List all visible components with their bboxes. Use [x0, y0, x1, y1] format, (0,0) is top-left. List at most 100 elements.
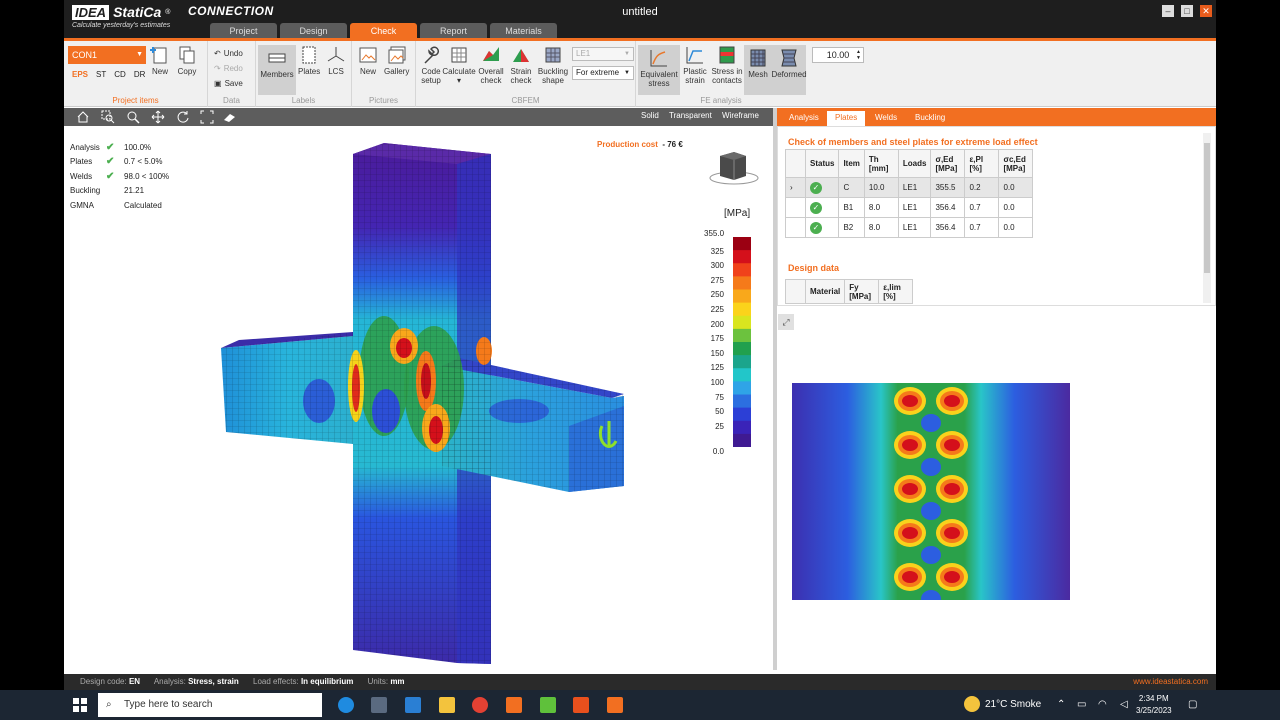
eraser-icon[interactable] [223, 110, 237, 124]
tab-plates[interactable]: Plates [827, 111, 866, 126]
save-button[interactable]: ▣ Save [214, 79, 243, 88]
sub-tab-st[interactable]: ST [96, 70, 106, 79]
close-button[interactable]: ✕ [1200, 5, 1212, 17]
strain-check-icon [513, 49, 529, 62]
weather-icon[interactable] [964, 696, 980, 712]
zoom-extents-icon[interactable] [200, 110, 214, 124]
tray-chevron-icon[interactable]: ⌃ [1057, 699, 1065, 710]
3d-viewport[interactable]: Analysis ✔ 100.0% Plates ✔ 0.7 < 5.0% Welds ✔… [64, 126, 773, 670]
overall-check-button[interactable]: Overall check [476, 45, 506, 85]
tab-design[interactable]: Design [280, 23, 347, 39]
tab-project[interactable]: Project [210, 23, 277, 39]
column-header[interactable]: σc,Ed [MPa] [998, 149, 1034, 178]
column-header[interactable]: σ,Ed [MPa] [930, 149, 966, 178]
plastic-strain-toggle[interactable]: Plastic strain [682, 45, 708, 85]
notification-icon[interactable]: ▢ [1188, 699, 1197, 710]
store-icon[interactable] [371, 697, 387, 713]
tab-check[interactable]: Check [350, 23, 417, 39]
design-code-label: Design code: [80, 677, 127, 686]
strain-check-button[interactable]: Strain check [508, 45, 534, 85]
column-header[interactable]: Loads [897, 149, 932, 178]
code-setup-button[interactable]: Code setup [418, 45, 444, 85]
column-header[interactable]: Item [838, 149, 865, 178]
idea-connection-icon[interactable] [607, 697, 623, 713]
buckling-shape-button[interactable]: Buckling shape [536, 45, 570, 85]
tab-report[interactable]: Report [420, 23, 487, 39]
column-header[interactable]: Status [804, 149, 840, 178]
stress-model-3d[interactable] [64, 126, 773, 670]
minimize-button[interactable]: – [1162, 5, 1174, 17]
expand-icon[interactable]: ⤢ [778, 314, 794, 330]
calculate-button[interactable]: Calculate ▾ [442, 45, 476, 85]
column-header[interactable]: Material [804, 279, 846, 304]
sub-tab-eps[interactable]: EPS [72, 70, 88, 79]
zoom-window-icon[interactable] [101, 110, 115, 124]
volume-icon[interactable]: ◁ [1120, 699, 1128, 710]
plate-stress-contour[interactable] [792, 383, 1070, 600]
network-icon[interactable]: ▭ [1077, 699, 1086, 710]
table-row[interactable]: › ✓ C 10.0 LE1 355.5 0.2 0.0 [785, 177, 1034, 198]
load-case-select[interactable]: LE1 ▼ [572, 47, 634, 61]
redo-button[interactable]: ↷ Redo [214, 64, 243, 73]
stress-contacts-toggle[interactable]: Stress in contacts [710, 45, 744, 85]
extreme-select[interactable]: For extreme ▼ [572, 66, 634, 80]
file-explorer-icon[interactable] [439, 697, 455, 713]
undo-button[interactable]: ↶ Undo [214, 49, 243, 58]
legend-tick: 150 [710, 348, 724, 358]
gallery-button[interactable]: Gallery [384, 45, 409, 76]
table-header-row: Material Fy [MPa] ε,lim [%] [785, 279, 914, 304]
chrome-icon[interactable] [472, 697, 488, 713]
row-expand-icon[interactable]: › [785, 177, 806, 198]
tab-analysis[interactable]: Analysis [781, 111, 827, 126]
tab-buckling[interactable]: Buckling [907, 111, 953, 126]
column-header[interactable]: ε,lim [%] [878, 279, 914, 304]
mesh-toggle[interactable]: Mesh [744, 45, 772, 95]
deformed-toggle[interactable]: Deformed [771, 45, 807, 95]
connection-select[interactable]: CON1 ▼ [68, 46, 146, 64]
website-link[interactable]: www.ideastatica.com [1133, 674, 1208, 690]
spinner-arrows-icon[interactable]: ▲ ▼ [856, 49, 861, 61]
weather-text[interactable]: 21°C Smoke [985, 699, 1041, 710]
table-row[interactable]: ✓ B2 8.0 LE1 356.4 0.7 0.0 [785, 217, 1034, 238]
legend-color-band [733, 276, 751, 290]
task-view-icon[interactable] [304, 699, 316, 711]
plate-stress-view[interactable]: ⤢ [777, 310, 1216, 670]
windows-start-icon[interactable] [73, 698, 87, 712]
scrollbar-thumb[interactable] [1204, 143, 1210, 273]
pan-icon[interactable] [151, 110, 165, 124]
column-header[interactable]: Fy [MPa] [844, 279, 880, 304]
edge-browser-icon[interactable] [338, 697, 354, 713]
mail-icon[interactable] [405, 697, 421, 713]
column-header[interactable]: ε,Pl [%] [964, 149, 1000, 178]
new-picture-button[interactable]: New [358, 45, 378, 76]
camtasia-icon[interactable] [540, 697, 556, 713]
new-item-button[interactable]: New [150, 45, 170, 76]
members-toggle[interactable]: Members [258, 45, 296, 95]
taskbar-search-input[interactable]: ⌕ Type here to search [98, 693, 322, 717]
sub-tab-cd[interactable]: CD [114, 70, 126, 79]
view-mode-wireframe[interactable]: Wireframe [722, 111, 759, 120]
column-header[interactable]: Th [mm] [863, 149, 899, 178]
app-icon[interactable] [573, 697, 589, 713]
deformation-scale-input[interactable]: 10.00 ▲ ▼ [812, 47, 864, 63]
maximize-button[interactable]: □ [1181, 5, 1193, 17]
view-mode-solid[interactable]: Solid [641, 111, 659, 120]
zoom-icon[interactable] [126, 110, 140, 124]
sub-tab-dr[interactable]: DR [134, 70, 146, 79]
view-mode-transparent[interactable]: Transparent [669, 111, 712, 120]
tab-welds[interactable]: Welds [867, 111, 905, 126]
legend-tick: 225 [710, 305, 724, 314]
copy-item-button[interactable]: Copy [177, 45, 197, 76]
clock[interactable]: 2:34 PM 3/25/2023 [1136, 693, 1172, 717]
tab-materials[interactable]: Materials [490, 23, 557, 39]
plates-toggle[interactable]: Plates [298, 45, 320, 76]
equivalent-stress-toggle[interactable]: Equivalent stress [638, 45, 680, 95]
idea-statica-icon[interactable] [506, 697, 522, 713]
home-icon[interactable] [76, 110, 90, 124]
results-scrollbar[interactable] [1203, 133, 1211, 303]
wifi-icon[interactable]: ◠ [1098, 699, 1107, 710]
lcs-toggle[interactable]: LCS [326, 45, 346, 76]
view-cube-icon[interactable] [700, 148, 760, 190]
table-row[interactable]: ✓ B1 8.0 LE1 356.4 0.7 0.0 [785, 197, 1034, 218]
rotate-icon[interactable] [176, 110, 190, 124]
